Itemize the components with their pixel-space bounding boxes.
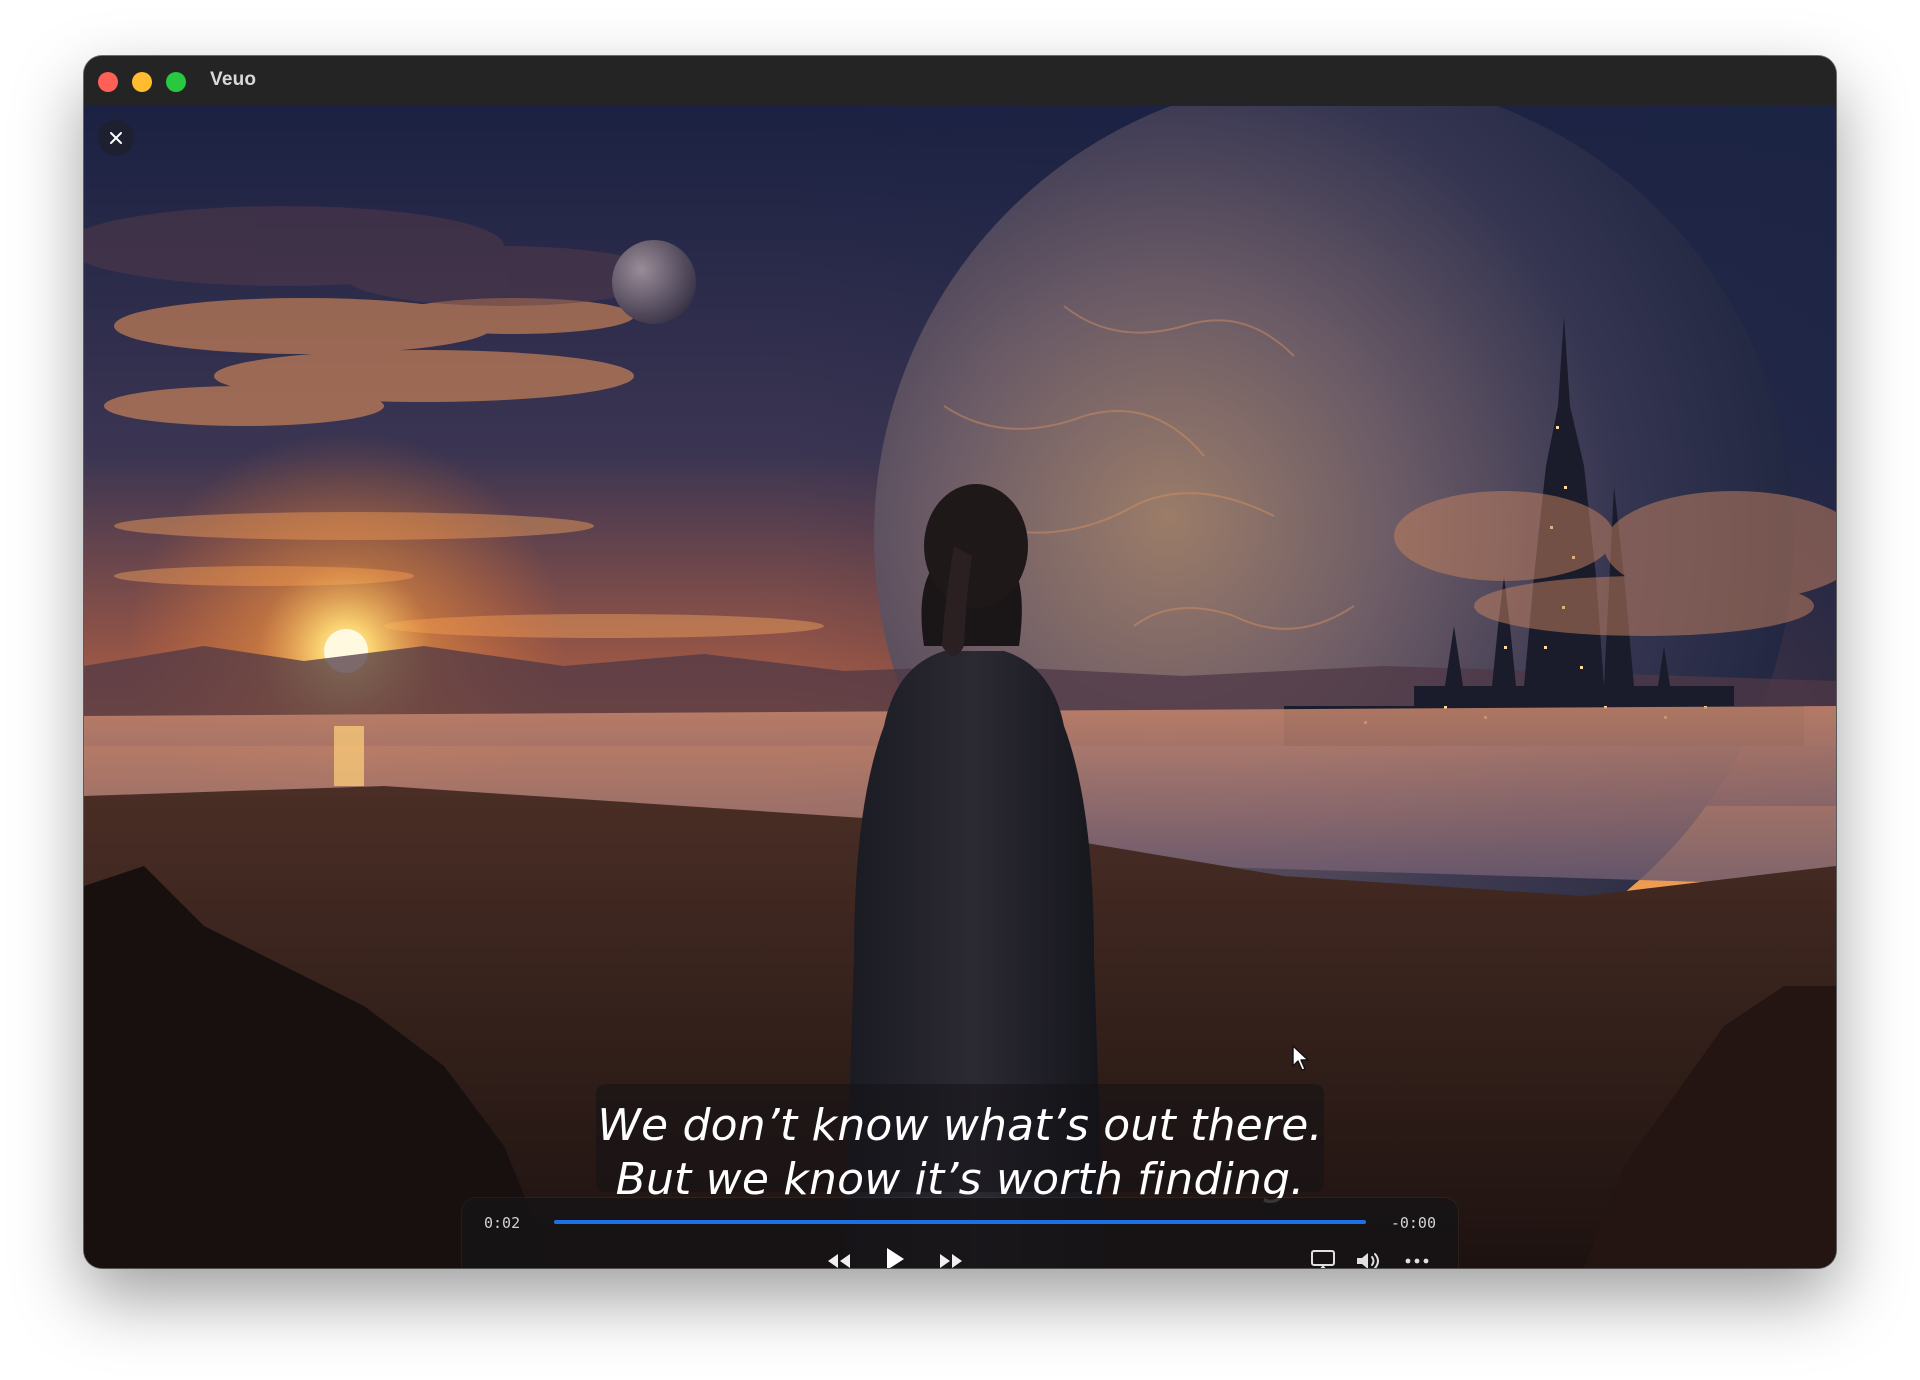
play-button[interactable] xyxy=(876,1240,914,1268)
rewind-icon xyxy=(828,1254,850,1268)
close-icon xyxy=(110,132,122,144)
airplay-button[interactable] xyxy=(1304,1242,1342,1268)
subtitle-box: We don’t know what’s out there. But we k… xyxy=(596,1084,1324,1205)
subtitle-line-1: We don’t know what’s out there. xyxy=(597,1100,1323,1151)
fast-forward-icon xyxy=(940,1254,962,1268)
app-title: Veuo xyxy=(210,69,257,90)
playback-controls: 0:02 -0:00 xyxy=(462,1198,1458,1268)
play-icon xyxy=(887,1248,904,1268)
window-minimize-button[interactable] xyxy=(132,72,152,92)
more-button[interactable] xyxy=(1398,1242,1436,1268)
volume-icon xyxy=(1357,1253,1379,1268)
window-close-button[interactable] xyxy=(98,72,118,92)
progress-bar[interactable] xyxy=(554,1220,1366,1224)
close-video-button[interactable] xyxy=(98,120,134,156)
airplay-icon xyxy=(1311,1250,1335,1268)
fast-forward-button[interactable] xyxy=(932,1242,970,1268)
elapsed-time: 0:02 xyxy=(484,1214,521,1232)
remaining-time: -0:00 xyxy=(1390,1214,1436,1232)
mouse-cursor-icon xyxy=(1292,1045,1309,1071)
rewind-button[interactable] xyxy=(820,1242,858,1268)
more-icon xyxy=(1405,1258,1429,1264)
title-bar: Veuo xyxy=(84,56,1836,106)
window-zoom-button[interactable] xyxy=(166,72,186,92)
app-window: Veuo We don’t know what’s out there. But… xyxy=(84,56,1836,1268)
progress-fill xyxy=(554,1220,1366,1224)
video-frame[interactable]: We don’t know what’s out there. But we k… xyxy=(84,106,1836,1268)
volume-button[interactable] xyxy=(1350,1242,1388,1268)
